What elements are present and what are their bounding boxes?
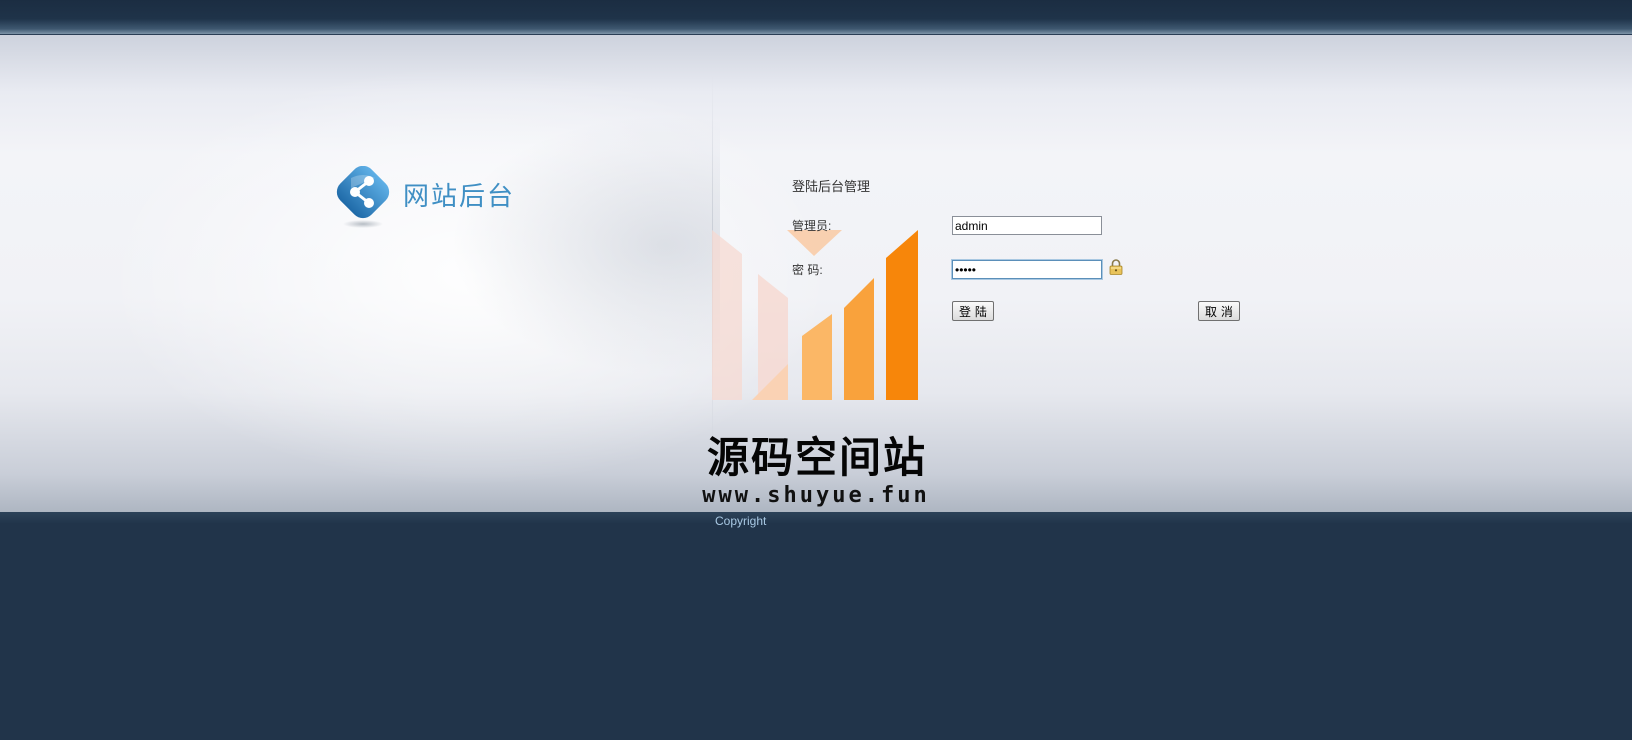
panel-shade (450, 115, 720, 375)
logo-text: 网站后台 (403, 182, 516, 212)
username-label: 管理员: (792, 219, 832, 233)
login-button[interactable]: 登 陆 (952, 301, 994, 321)
username-input[interactable] (952, 216, 1102, 235)
top-bar (0, 0, 1632, 35)
lock-icon (1109, 259, 1123, 275)
copyright-text: Copyright (715, 514, 767, 528)
watermark-bars-graphic (712, 230, 918, 400)
site-logo: 网站后台 (335, 166, 535, 230)
share-logo-icon (336, 166, 390, 228)
password-label: 密 码: (792, 263, 823, 277)
cancel-button[interactable]: 取 消 (1198, 301, 1240, 321)
login-form-title: 登陆后台管理 (792, 179, 871, 194)
bottom-band (0, 512, 1632, 524)
password-input[interactable] (952, 260, 1102, 279)
watermark-url: www.shuyue.fun (702, 483, 930, 508)
watermark-title: 源码空间站 (707, 433, 928, 482)
